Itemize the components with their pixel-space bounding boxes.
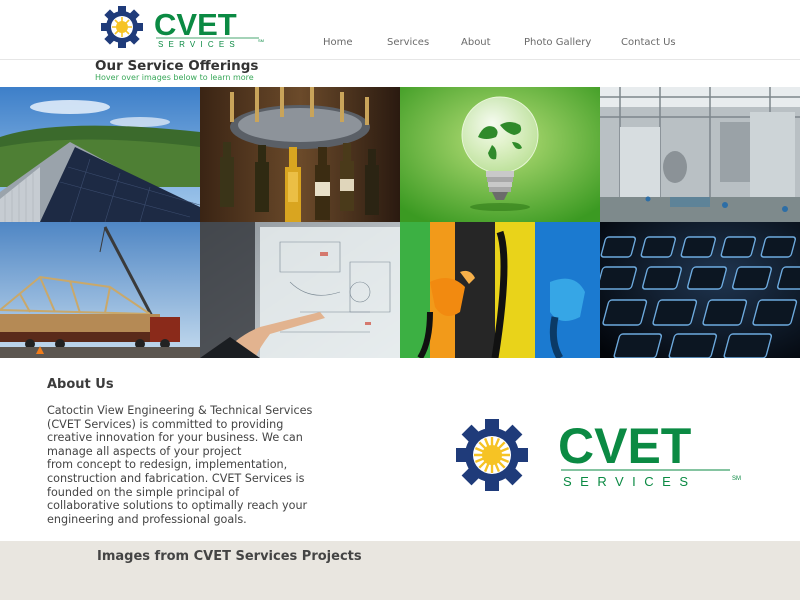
site-header: CVET SERVICES SM Home Services About Pho… — [0, 0, 800, 60]
offerings-title: Our Service Offerings — [95, 58, 259, 74]
about-text: Catoctin View Engineering & Technical Se… — [47, 404, 313, 526]
logo-large-wordmark: CVET — [558, 418, 691, 474]
projects-title: Images from CVET Services Projects — [97, 549, 362, 564]
nav-services[interactable]: Services — [387, 37, 429, 48]
solar-roof-photo — [0, 87, 200, 222]
engineering-drawing-photo — [200, 222, 400, 358]
tile-lightbulb[interactable] — [400, 87, 600, 222]
logo-large-tagline: SERVICES — [563, 474, 697, 489]
tile-solar-roof[interactable] — [0, 87, 200, 222]
cvet-logo-large: CVET SERVICES SM — [455, 418, 755, 492]
tile-engineering-drawing[interactable] — [200, 222, 400, 358]
main-nav: Home Services About Photo Gallery Contac… — [0, 37, 800, 51]
nav-contact-us[interactable]: Contact Us — [621, 37, 676, 48]
keyboard-photo — [600, 222, 800, 358]
truss-crane-photo — [0, 222, 200, 358]
nav-photo-gallery[interactable]: Photo Gallery — [524, 37, 591, 48]
lightbulb-globe-photo — [400, 87, 600, 222]
service-grid — [0, 87, 800, 358]
tile-industrial-plant[interactable] — [600, 87, 800, 222]
tile-fuel-pumps[interactable] — [400, 222, 600, 358]
logo-large-sm-mark: SM — [732, 476, 741, 482]
offerings-subtitle: Hover over images below to learn more — [95, 73, 254, 82]
tile-keyboard[interactable] — [600, 222, 800, 358]
nav-home[interactable]: Home — [323, 37, 353, 48]
industrial-plant-photo — [600, 87, 800, 222]
bottling-line-photo — [200, 87, 400, 222]
tile-truss-crane[interactable] — [0, 222, 200, 358]
fuel-pumps-photo — [400, 222, 600, 358]
nav-about[interactable]: About — [461, 37, 491, 48]
about-title: About Us — [47, 377, 114, 392]
tile-bottling[interactable] — [200, 87, 400, 222]
